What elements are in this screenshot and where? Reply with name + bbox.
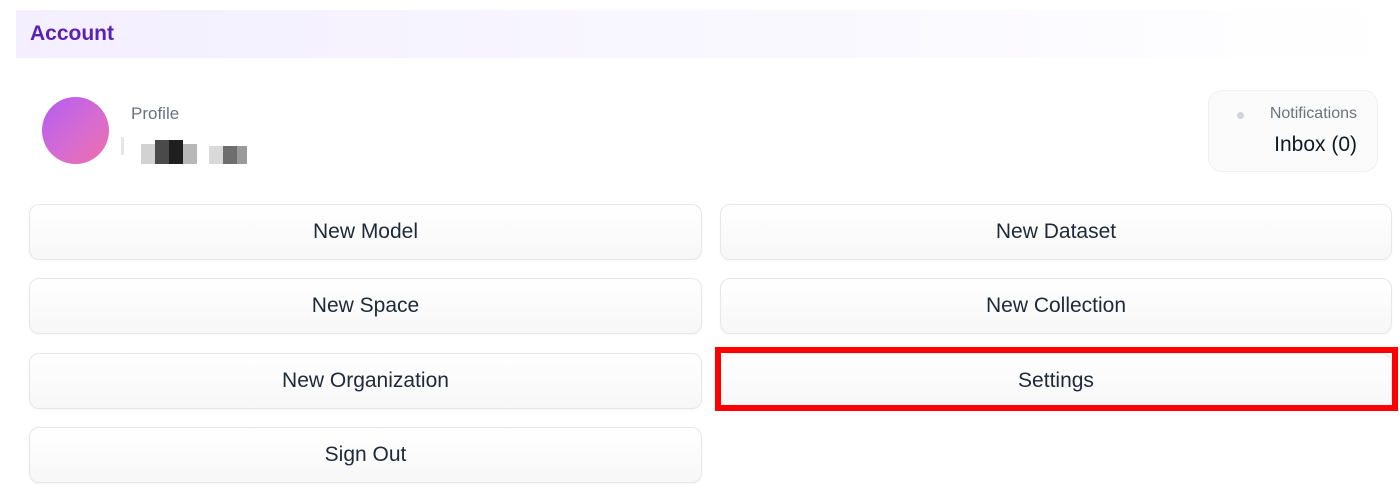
new-collection-button[interactable]: New Collection — [720, 278, 1392, 334]
account-section-header: Account — [16, 10, 1400, 58]
notifications-inbox[interactable]: Notifications Inbox (0) — [1208, 90, 1378, 172]
inbox-count: Inbox (0) — [1274, 133, 1357, 156]
new-dataset-button[interactable]: New Dataset — [720, 204, 1392, 260]
notification-status-dot-icon — [1237, 112, 1244, 119]
profile-username-redacted — [120, 136, 252, 164]
new-space-button[interactable]: New Space — [29, 278, 702, 334]
notifications-label: Notifications — [1269, 105, 1357, 122]
profile-label: Profile — [131, 104, 180, 123]
sign-out-button[interactable]: Sign Out — [29, 427, 702, 483]
new-model-button[interactable]: New Model — [29, 204, 702, 260]
section-title: Account — [30, 22, 114, 45]
avatar[interactable] — [42, 97, 109, 164]
new-organization-button[interactable]: New Organization — [29, 353, 702, 409]
settings-button[interactable]: Settings — [720, 353, 1392, 409]
